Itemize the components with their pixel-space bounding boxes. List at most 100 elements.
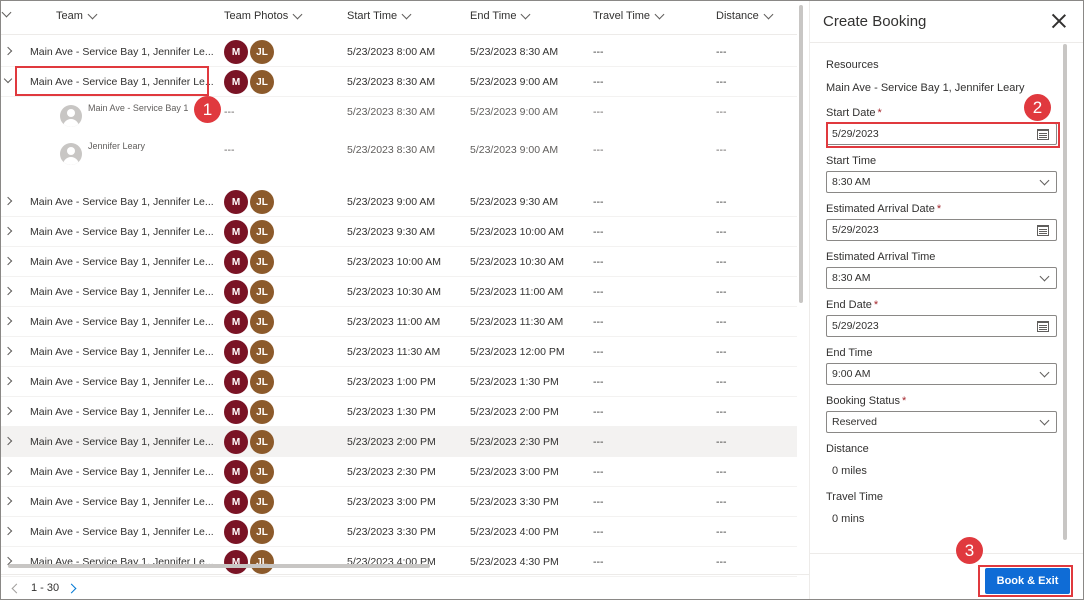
grid-header: Team Team Photos Start Time End Time Tra… [1, 1, 797, 35]
chevron-right-icon[interactable] [3, 346, 13, 356]
chevron-down-icon[interactable] [3, 74, 13, 84]
avatar: JL [250, 370, 274, 394]
travel-time-cell: --- [593, 76, 604, 88]
travel-time-cell: --- [593, 466, 604, 478]
table-row[interactable]: Main Ave - Service Bay 1, Jennifer Le...… [1, 427, 797, 457]
team-cell[interactable]: Main Ave - Service Bay 1, Jennifer Le... [30, 256, 214, 268]
chevron-down-icon [763, 9, 774, 19]
column-label: Team Photos [224, 10, 289, 22]
avatar: M [224, 400, 248, 424]
end-time-cell: 5/23/2023 10:00 AM [470, 226, 564, 238]
table-row[interactable]: Main Ave - Service Bay 1, Jennifer Le...… [1, 397, 797, 427]
chevron-down-icon [521, 9, 531, 19]
annotation-box-1 [15, 66, 209, 96]
team-cell[interactable]: Main Ave - Service Bay 1, Jennifer Le... [30, 196, 214, 208]
annotation-badge-1: 1 [194, 96, 221, 123]
table-row[interactable]: Main Ave - Service Bay 1, Jennifer Le...… [1, 487, 797, 517]
travel-time-cell: --- [593, 256, 604, 268]
column-distance[interactable]: Distance [716, 9, 774, 22]
team-cell[interactable]: Main Ave - Service Bay 1, Jennifer Le... [30, 466, 214, 478]
est-arrival-time-value: 8:30 AM [832, 272, 871, 284]
table-row[interactable]: Main Ave - Service Bay 1, Jennifer Le...… [1, 37, 797, 67]
distance-cell: --- [716, 106, 727, 118]
end-date-label: End Date * [826, 299, 878, 311]
table-row[interactable]: Main Ave - Service Bay 1, Jennifer Le...… [1, 547, 797, 577]
table-row[interactable]: Main Ave - Service Bay 1, Jennifer Le...… [1, 457, 797, 487]
team-cell[interactable]: Main Ave - Service Bay 1, Jennifer Le... [30, 226, 214, 238]
table-row[interactable]: Main Ave - Service Bay 1, Jennifer Le...… [1, 337, 797, 367]
avatar: M [224, 40, 248, 64]
avatar: M [224, 280, 248, 304]
close-icon[interactable] [1051, 13, 1067, 29]
chevron-right-icon[interactable] [3, 376, 13, 386]
chevron-right-icon[interactable] [3, 526, 13, 536]
chevron-right-icon[interactable] [3, 286, 13, 296]
previous-page-icon[interactable] [11, 583, 22, 594]
vertical-scrollbar[interactable] [799, 5, 803, 303]
chevron-right-icon[interactable] [3, 226, 13, 236]
table-row[interactable]: Main Ave - Service Bay 1, Jennifer Le...… [1, 517, 797, 547]
avatar: JL [250, 520, 274, 544]
team-photos: M JL [224, 250, 274, 274]
column-team-photos[interactable]: Team Photos [224, 9, 303, 22]
chevron-right-icon[interactable] [3, 316, 13, 326]
start-time-cell: 5/23/2023 10:30 AM [347, 286, 441, 298]
chevron-right-icon[interactable] [3, 256, 13, 266]
column-team[interactable]: Team [56, 9, 98, 22]
chevron-down-icon[interactable] [1, 7, 12, 18]
avatar: M [224, 460, 248, 484]
chevron-right-icon[interactable] [3, 196, 13, 206]
team-photos: M JL [224, 550, 274, 574]
team-cell[interactable]: Main Ave - Service Bay 1, Jennifer Le... [30, 346, 214, 358]
table-row[interactable]: Main Ave - Service Bay 1, Jennifer Le...… [1, 217, 797, 247]
end-date-field[interactable]: 5/29/2023 [826, 315, 1057, 337]
column-end-time[interactable]: End Time [470, 9, 531, 22]
end-time-cell: 5/23/2023 11:00 AM [470, 286, 564, 298]
column-start-time[interactable]: Start Time [347, 9, 412, 22]
distance-cell: --- [716, 346, 727, 358]
team-cell[interactable]: Main Ave - Service Bay 1, Jennifer Le... [30, 436, 214, 448]
start-time-cell: 5/23/2023 8:00 AM [347, 46, 436, 58]
start-time-value: 8:30 AM [832, 176, 871, 188]
table-row[interactable]: Main Ave - Service Bay 1, Jennifer Le...… [1, 247, 797, 277]
calendar-icon[interactable] [1037, 225, 1049, 236]
table-row[interactable]: Main Ave - Service Bay 1, Jennifer Le...… [1, 187, 797, 217]
team-cell[interactable]: Main Ave - Service Bay 1, Jennifer Le... [30, 496, 214, 508]
required-marker: * [877, 107, 882, 119]
booking-status-select[interactable]: Reserved [826, 411, 1057, 433]
travel-time-value: 0 mins [832, 513, 865, 525]
end-time-cell: 5/23/2023 3:30 PM [470, 496, 559, 508]
chevron-right-icon[interactable] [3, 496, 13, 506]
chevron-right-icon[interactable] [3, 46, 13, 56]
team-cell[interactable]: Main Ave - Service Bay 1, Jennifer Le... [30, 286, 214, 298]
start-time-cell: 5/23/2023 8:30 AM [347, 76, 436, 88]
est-arrival-date-field[interactable]: 5/29/2023 [826, 219, 1057, 241]
distance-label: Distance [826, 443, 869, 455]
table-row[interactable]: Main Ave - Service Bay 1, Jennifer Le...… [1, 277, 797, 307]
annotation-box-3 [978, 565, 1073, 597]
table-row[interactable]: Main Ave - Service Bay 1, Jennifer Le...… [1, 307, 797, 337]
end-time-select[interactable]: 9:00 AM [826, 363, 1057, 385]
column-travel-time[interactable]: Travel Time [593, 9, 665, 22]
est-arrival-time-select[interactable]: 8:30 AM [826, 267, 1057, 289]
next-page-icon[interactable] [66, 583, 77, 594]
start-time-cell: 5/23/2023 1:30 PM [347, 406, 436, 418]
team-photos: M JL [224, 70, 274, 94]
team-cell[interactable]: Main Ave - Service Bay 1, Jennifer Le... [30, 46, 214, 58]
chevron-right-icon[interactable] [3, 406, 13, 416]
panel-title: Create Booking [823, 13, 927, 30]
team-cell[interactable]: Main Ave - Service Bay 1, Jennifer Le... [30, 406, 214, 418]
panel-scrollbar[interactable] [1063, 44, 1067, 540]
team-cell[interactable]: Main Ave - Service Bay 1, Jennifer Le... [30, 316, 214, 328]
chevron-right-icon[interactable] [3, 436, 13, 446]
start-time-select[interactable]: 8:30 AM [826, 171, 1057, 193]
table-row[interactable]: Main Ave - Service Bay 1, Jennifer Le...… [1, 367, 797, 397]
calendar-icon[interactable] [1037, 321, 1049, 332]
team-cell[interactable]: Main Ave - Service Bay 1, Jennifer Le... [30, 526, 214, 538]
chevron-down-icon [654, 9, 665, 19]
start-time-cell: 5/23/2023 2:00 PM [347, 436, 436, 448]
horizontal-scrollbar[interactable] [8, 564, 430, 568]
team-cell[interactable]: Main Ave - Service Bay 1, Jennifer Le... [30, 376, 214, 388]
resources-label: Resources [826, 59, 879, 71]
chevron-right-icon[interactable] [3, 466, 13, 476]
